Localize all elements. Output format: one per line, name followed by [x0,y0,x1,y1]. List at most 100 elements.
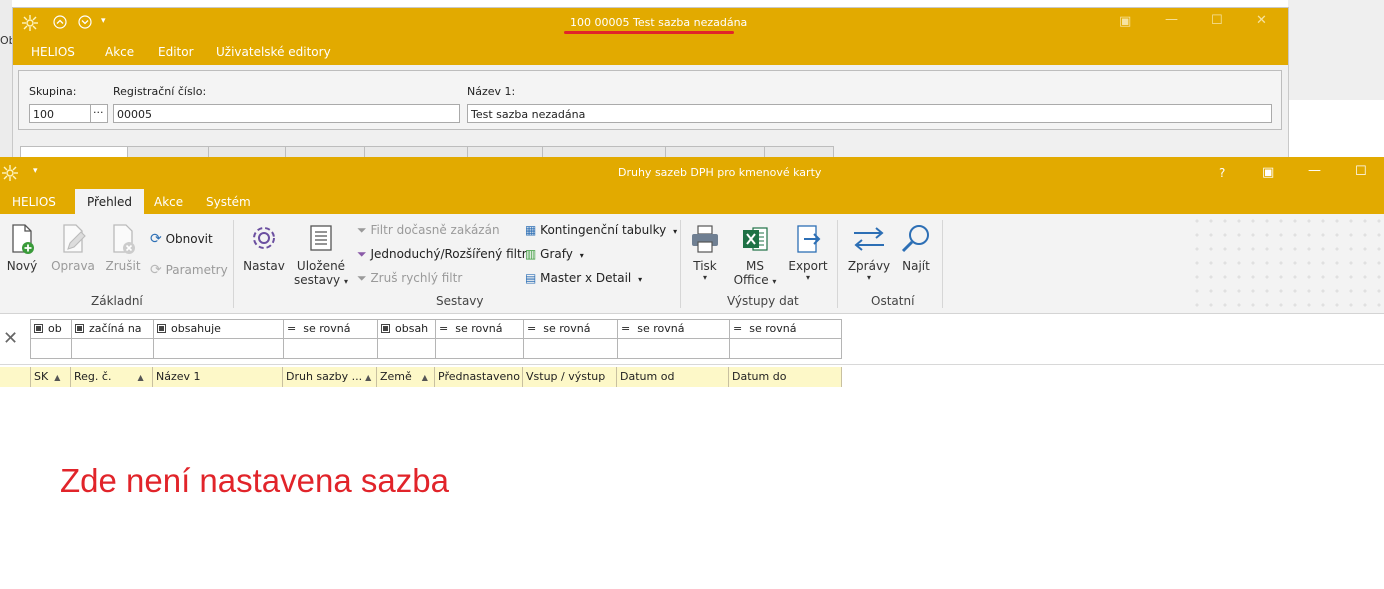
filter-value-reg[interactable] [71,339,154,359]
column-header-datum-do[interactable]: Datum do [729,367,842,387]
maximize-icon[interactable]: ☐ [1211,13,1223,28]
filter-value-datum-od[interactable] [617,339,730,359]
bg-menu-akce[interactable]: Akce [105,45,134,59]
filter-value-vstup[interactable] [523,339,618,359]
dropdown-arrow-icon: ▾ [866,273,871,282]
find-button[interactable]: Najít [896,222,936,273]
bg-menu-user-editors[interactable]: Uživatelské editory [216,45,331,59]
skupina-lookup-button[interactable]: ··· [90,104,108,123]
pivot-tables-button[interactable]: ▦ Kontingenční tabulky ▾ [525,223,677,237]
minimize-icon[interactable]: — [1308,163,1321,178]
column-header-druh[interactable]: Druh sazby ... ▲ [283,367,377,387]
group-label-vystupy: Výstupy dat [727,294,799,308]
ms-office-label-2: Office [733,273,769,287]
filter-vstup[interactable]: = se rovná [523,319,618,339]
tab-helios[interactable]: HELIOS [0,189,68,214]
maximize-icon[interactable]: ☐ [1355,164,1367,179]
clear-filter-icon[interactable]: ✕ [3,328,18,349]
master-detail-icon: ▤ [525,271,537,285]
bg-menu-helios[interactable]: HELIOS [31,45,75,59]
nazev-label: Název 1: [467,85,516,98]
filter-value-datum-do[interactable] [729,339,842,359]
saved-reports-label-2: sestavy [294,273,341,287]
edit-button[interactable]: Oprava [50,222,96,273]
pivot-tables-label: Kontingenční tabulky [540,223,667,237]
new-button[interactable]: Nový [2,222,42,273]
filter-value-druh[interactable] [283,339,378,359]
restore-ribbon-icon[interactable]: ▣ [1119,14,1131,29]
filter-sk[interactable]: ob [30,319,72,339]
expand-down-icon[interactable] [78,15,92,32]
messages-label: Zprávy [847,259,891,273]
nazev-field[interactable]: Test sazba nezadána [467,104,1272,123]
quick-access-dropdown-icon[interactable]: ▾ [101,16,106,26]
funnel-icon: ⏷ [357,247,367,261]
refresh-button[interactable]: ⟳ Obnovit [150,231,213,247]
dropdown-arrow-icon: ▾ [579,251,584,260]
dropdown-arrow-icon: ▾ [638,275,643,284]
filter-datum-do[interactable]: = se rovná [729,319,842,339]
cancel-button-label: Zrušit [105,259,141,273]
filter-value-zeme[interactable] [377,339,436,359]
nastav-button[interactable]: Nastav [242,222,286,273]
saved-reports-button[interactable]: Uložené sestavy ▾ [294,222,348,287]
column-header-nazev[interactable]: Název 1 [153,367,283,387]
dropdown-arrow-icon: ▾ [673,227,678,236]
column-header-prednastaveno[interactable]: Přednastaveno [435,367,523,387]
master-detail-button[interactable]: ▤ Master x Detail ▾ [525,271,642,285]
minimize-icon[interactable]: — [1165,12,1178,27]
filter-zeme[interactable]: obsah [377,319,436,339]
tab-prehled[interactable]: Přehled [75,189,145,214]
saved-reports-label-1: Uložené [296,259,346,273]
filter-value-sk[interactable] [30,339,72,359]
ms-office-label-1: MS [746,259,764,273]
messages-button[interactable]: Zprávy ▾ [846,222,892,282]
restore-ribbon-icon[interactable]: ▣ [1262,165,1274,180]
filter-value-nazev[interactable] [153,339,284,359]
bg-menu-editor[interactable]: Editor [158,45,194,59]
saved-reports-icon [310,225,332,251]
parameters-button[interactable]: ⟳ Parametry [150,262,228,278]
cancel-quick-filter-button[interactable]: ⏷ Zruš rychlý filtr [357,271,462,286]
column-header-datum-od[interactable]: Datum od [617,367,729,387]
filter-druh[interactable]: = se rovná [283,319,378,339]
column-title: SK [34,370,49,383]
simple-advanced-filter-button[interactable]: ⏷ Jednoduchý/Rozšířený filtr [357,247,527,262]
collapse-up-icon[interactable] [53,15,67,32]
filter-reg[interactable]: začíná na [71,319,154,339]
filter-value-prednastaveno[interactable] [435,339,524,359]
print-button[interactable]: Tisk ▾ [686,222,724,282]
column-header-zeme[interactable]: Země ▲ [377,367,435,387]
export-button[interactable]: Export ▾ [786,222,830,282]
ms-office-button[interactable]: MS Office ▾ [732,222,778,287]
close-icon[interactable]: ✕ [1256,13,1267,28]
nastav-label: Nastav [243,259,285,273]
column-header-sk[interactable]: SK ▲ [31,367,71,387]
tab-system[interactable]: Systém [194,189,263,214]
cancel-quick-filter-label: Zruš rychlý filtr [370,271,463,285]
ribbon-separator [680,220,681,308]
help-icon[interactable]: ? [1219,166,1225,180]
master-detail-label: Master x Detail [540,271,632,285]
column-header-reg[interactable]: Reg. č. ▲ [71,367,153,387]
parameters-icon: ⟳ [150,262,162,278]
filter-nazev[interactable]: obsahuje [153,319,284,339]
dropdown-arrow-icon: ▾ [805,273,810,282]
skupina-field[interactable]: 100 [29,104,91,123]
reg-number-field[interactable]: 00005 [113,104,460,123]
charts-button[interactable]: ▥ Grafy ▾ [525,247,584,261]
background-window-title: 100 00005 Test sazba nezadána [570,16,748,29]
filter-op: se rovná [543,322,591,335]
cancel-button[interactable]: Zrušit [102,222,144,273]
column-header-vstup[interactable]: Vstup / výstup [523,367,617,387]
export-icon [797,225,821,253]
simple-advanced-filter-label: Jednoduchý/Rozšířený filtr [370,247,527,261]
helios-logo-icon [21,14,39,35]
column-title: Datum do [732,370,787,383]
quick-access-dropdown-icon[interactable]: ▾ [33,166,38,176]
helios-logo-icon [1,164,19,185]
tab-akce[interactable]: Akce [142,189,195,214]
filter-datum-od[interactable]: = se rovná [617,319,730,339]
filter-prednastaveno[interactable]: = se rovná [435,319,524,339]
filter-temp-disabled-button[interactable]: ⏷ Filtr dočasně zakázán [357,223,500,238]
